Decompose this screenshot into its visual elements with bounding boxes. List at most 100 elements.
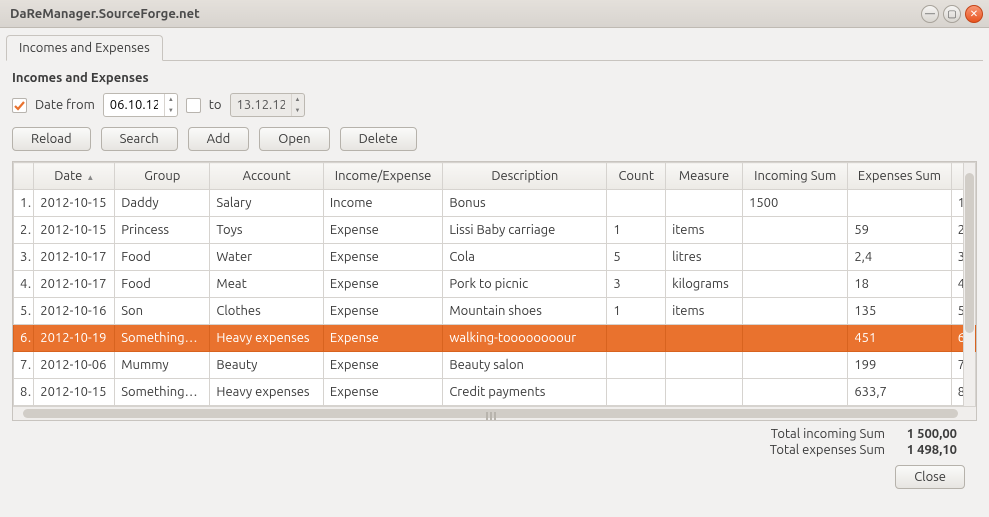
cell-count: 1 [607, 217, 666, 244]
minimize-button[interactable]: — [921, 5, 939, 23]
col-description[interactable]: Description [443, 163, 607, 190]
cell-measure: litres [666, 244, 743, 271]
tab-incomes-expenses[interactable]: Incomes and Expenses [6, 35, 163, 61]
cell-date: 2012-10-17 [34, 271, 115, 298]
cell-measure [666, 352, 743, 379]
col-group[interactable]: Group [115, 163, 210, 190]
add-button[interactable]: Add [188, 127, 250, 151]
cell-measure [666, 325, 743, 352]
cell-account: Salary [210, 190, 323, 217]
chevron-down-icon[interactable]: ▼ [165, 105, 177, 116]
cell-date: 2012-10-15 [34, 217, 115, 244]
maximize-button[interactable]: ▢ [943, 5, 961, 23]
cell-account: Meat [210, 271, 323, 298]
open-button[interactable]: Open [259, 127, 329, 151]
cell-group: Daddy [115, 190, 210, 217]
col-index[interactable] [14, 163, 34, 190]
cell-index: 4 [14, 271, 34, 298]
cell-description: Lissi Baby carriage [443, 217, 607, 244]
cell-measure [666, 190, 743, 217]
cell-description: walking-toooooooour [443, 325, 607, 352]
cell-group: Food [115, 271, 210, 298]
cell-group: Mummy [115, 352, 210, 379]
cell-count: 5 [607, 244, 666, 271]
cell-income-expense: Expense [323, 325, 442, 352]
table-row[interactable]: 72012-10-06MummyBeautyExpenseBeauty salo… [14, 352, 976, 379]
vertical-scrollbar[interactable] [963, 163, 975, 406]
date-from-value[interactable] [104, 94, 164, 116]
sort-asc-icon: ▲ [86, 173, 94, 182]
horizontal-scrollbar[interactable] [13, 406, 976, 420]
table-row[interactable]: 62012-10-19Something…Heavy expensesExpen… [14, 325, 976, 352]
cell-measure: items [666, 217, 743, 244]
cell-index: 8 [14, 379, 34, 406]
cell-measure: items [666, 298, 743, 325]
col-measure[interactable]: Measure [666, 163, 743, 190]
table-row[interactable]: 32012-10-17FoodWaterExpenseCola5litres2,… [14, 244, 976, 271]
cell-count [607, 379, 666, 406]
table-row[interactable]: 52012-10-16SonClothesExpenseMountain sho… [14, 298, 976, 325]
col-date[interactable]: Date▲ [34, 163, 115, 190]
date-from-checkbox[interactable] [12, 98, 27, 113]
delete-button[interactable]: Delete [340, 127, 417, 151]
page-title: Incomes and Expenses [12, 71, 977, 85]
cell-account: Water [210, 244, 323, 271]
cell-group: Son [115, 298, 210, 325]
cell-income-expense: Expense [323, 244, 442, 271]
cell-index: 3 [14, 244, 34, 271]
table-row[interactable]: 22012-10-15PrincessToysExpenseLissi Baby… [14, 217, 976, 244]
date-to-label: to [209, 98, 222, 112]
table-header-row: Date▲ Group Account Income/Expense Descr… [14, 163, 976, 190]
cell-description: Credit payments [443, 379, 607, 406]
cell-expenses: 59 [848, 217, 951, 244]
cell-date: 2012-10-17 [34, 244, 115, 271]
col-income-expense[interactable]: Income/Expense [323, 163, 442, 190]
col-expenses-sum[interactable]: Expenses Sum [848, 163, 951, 190]
search-button[interactable]: Search [101, 127, 178, 151]
cell-incoming [743, 271, 848, 298]
date-to-input[interactable]: ▲▼ [230, 93, 305, 117]
close-window-button[interactable]: ✕ [965, 5, 983, 23]
window-title: DaReManager.SourceForge.net [6, 7, 917, 21]
table-row[interactable]: 42012-10-17FoodMeatExpensePork to picnic… [14, 271, 976, 298]
scroll-thumb[interactable] [23, 409, 958, 418]
date-from-spinner[interactable]: ▲▼ [164, 94, 177, 116]
table-row[interactable]: 12012-10-15DaddySalaryIncomeBonus15001 [14, 190, 976, 217]
cell-incoming [743, 352, 848, 379]
cell-date: 2012-10-15 [34, 190, 115, 217]
cell-account: Clothes [210, 298, 323, 325]
cell-date: 2012-10-15 [34, 379, 115, 406]
reload-button[interactable]: Reload [12, 127, 91, 151]
col-account[interactable]: Account [210, 163, 323, 190]
total-expenses-label: Total expenses Sum [770, 443, 885, 457]
dialog-footer: Close [12, 461, 977, 489]
chevron-up-icon[interactable]: ▲ [165, 94, 177, 105]
chevron-up-icon: ▲ [292, 94, 304, 105]
cell-index: 5 [14, 298, 34, 325]
cell-count: 3 [607, 271, 666, 298]
scroll-thumb[interactable] [965, 173, 974, 333]
cell-expenses: 135 [848, 298, 951, 325]
cell-expenses: 18 [848, 271, 951, 298]
date-filter-row: Date from ▲▼ to ▲▼ [12, 93, 977, 117]
table-row[interactable]: 82012-10-15Something…Heavy expensesExpen… [14, 379, 976, 406]
col-incoming-sum[interactable]: Incoming Sum [743, 163, 848, 190]
col-count[interactable]: Count [607, 163, 666, 190]
cell-income-expense: Expense [323, 352, 442, 379]
cell-incoming [743, 217, 848, 244]
data-table: Date▲ Group Account Income/Expense Descr… [12, 161, 977, 421]
cell-expenses: 2,4 [848, 244, 951, 271]
cell-description: Bonus [443, 190, 607, 217]
date-to-checkbox[interactable] [186, 98, 201, 113]
cell-income-expense: Expense [323, 217, 442, 244]
cell-index: 7 [14, 352, 34, 379]
cell-measure [666, 379, 743, 406]
tab-bar: Incomes and Expenses [0, 28, 989, 60]
cell-date: 2012-10-19 [34, 325, 115, 352]
chevron-down-icon: ▼ [292, 105, 304, 116]
cell-account: Toys [210, 217, 323, 244]
date-from-input[interactable]: ▲▼ [103, 93, 178, 117]
cell-account: Beauty [210, 352, 323, 379]
cell-incoming [743, 325, 848, 352]
close-button[interactable]: Close [895, 465, 965, 489]
